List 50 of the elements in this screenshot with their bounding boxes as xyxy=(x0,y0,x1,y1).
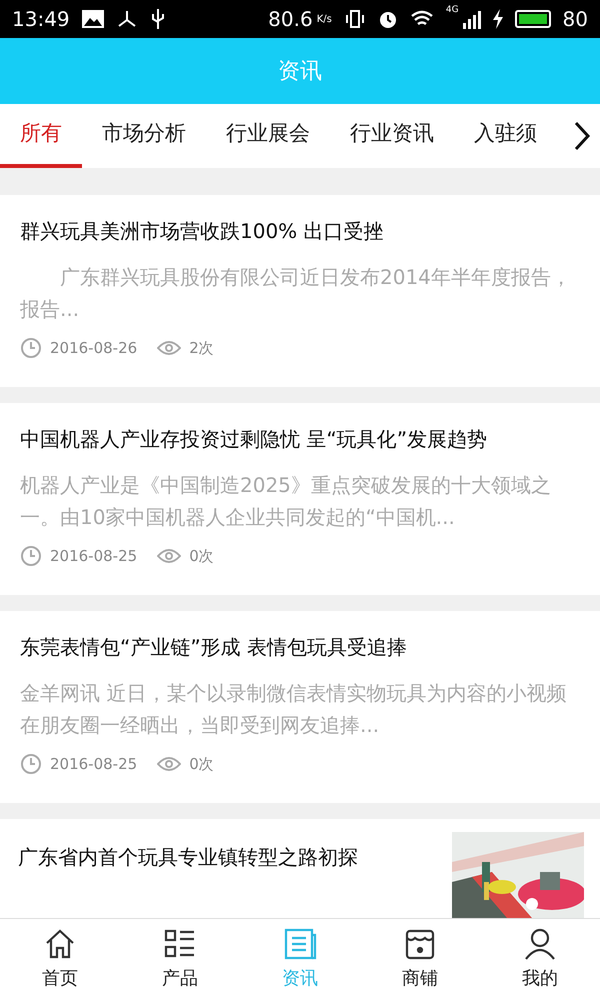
article-title: 群兴玩具美洲市场营收跌100% 出口受挫 xyxy=(20,218,385,245)
network-speed: 80.6 xyxy=(268,6,313,33)
article-card[interactable]: 广东省内首个玩具专业镇转型之路初探 xyxy=(0,819,600,918)
image-icon xyxy=(82,10,104,28)
nav-tab[interactable]: 我的 xyxy=(480,919,600,1000)
document-icon xyxy=(283,927,317,961)
view-count: 0次 xyxy=(189,546,214,567)
clock-icon xyxy=(20,753,42,776)
share-icon xyxy=(116,9,138,29)
vibrate-icon xyxy=(344,9,366,29)
category-tab[interactable]: 市场分析 xyxy=(82,104,206,168)
battery-percent: 80 xyxy=(562,6,588,33)
article-summary: 金羊网讯 近日，某个以录制微信表情实物玩具为内容的小视频在朋友圈一经晒出，当即受到网友追捧... xyxy=(20,680,568,739)
speed-unit: K/s xyxy=(316,12,332,26)
article-card[interactable]: 群兴玩具美洲市场营收跌100% 出口受挫 广东群兴玩具股份有限公司近日发布2014年半年度报告，报告... 2016-08-26 2次 xyxy=(0,195,600,387)
person-icon xyxy=(523,927,557,961)
lightning-icon xyxy=(492,9,503,29)
eye-icon xyxy=(157,340,182,356)
article-title: 中国机器人产业存投资过剩隐忧 呈“玩具化”发展趋势 xyxy=(20,426,488,453)
publish-date: 2016-08-26 xyxy=(50,338,138,359)
shop-icon xyxy=(403,927,437,961)
view-count: 2次 xyxy=(189,338,214,359)
article-summary: 机器人产业是《中国制造2025》重点突破发展的十大领域之一。由10家中国机器人企业共同发起的“中国机... xyxy=(20,472,552,531)
clock-icon xyxy=(20,337,42,360)
usb-icon xyxy=(150,8,166,30)
network-type: 4G xyxy=(446,4,459,17)
chevron-right-icon[interactable] xyxy=(572,120,592,152)
article-summary: 广东群兴玩具股份有限公司近日发布2014年半年度报告，报告... xyxy=(20,264,572,323)
category-tab[interactable]: 行业展会 xyxy=(206,104,330,168)
nav-tab[interactable]: 首页 xyxy=(0,919,120,1000)
battery-icon xyxy=(514,10,551,28)
signal-icon xyxy=(462,9,481,29)
eye-icon xyxy=(157,756,182,772)
clock-time: 13:49 xyxy=(12,6,70,33)
category-tab[interactable]: 行业资讯 xyxy=(330,104,454,168)
page-title: 资讯 xyxy=(278,58,322,86)
publish-date: 2016-08-25 xyxy=(50,754,138,775)
category-tab[interactable]: 入驻须 xyxy=(454,104,557,168)
view-count: 0次 xyxy=(189,754,214,775)
category-tab[interactable]: 所有 xyxy=(0,104,82,168)
alarm-icon xyxy=(378,9,398,29)
eye-icon xyxy=(157,548,182,564)
article-card[interactable]: 东莞表情包“产业链”形成 表情包玩具受追捧 金羊网讯 近日，某个以录制微信表情实物玩具为内容的小视频在朋友圈一经晒出，当即受到网友追捧... 2016-08-25 0次 xyxy=(0,611,600,803)
article-card[interactable]: 中国机器人产业存投资过剩隐忧 呈“玩具化”发展趋势 机器人产业是《中国制造2025》重点突破发展的十大领域之一。由10家中国机器人企业共同发起的“中国机... 2016-08-25 0次 xyxy=(0,403,600,595)
article-title: 东莞表情包“产业链”形成 表情包玩具受追捧 xyxy=(20,634,408,661)
nav-tab[interactable]: 产品 xyxy=(120,919,240,1000)
publish-date: 2016-08-25 xyxy=(50,546,138,567)
article-title: 广东省内首个玩具专业镇转型之路初探 xyxy=(18,844,359,871)
clock-icon xyxy=(20,545,42,568)
nav-tab[interactable]: 商铺 xyxy=(360,919,480,1000)
